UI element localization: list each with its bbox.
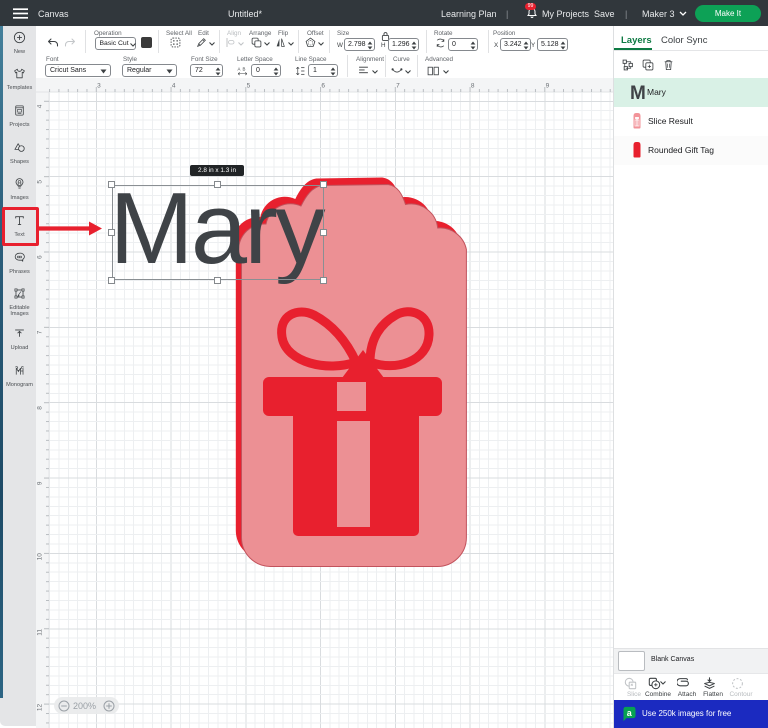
svg-text:5: 5 — [37, 180, 44, 184]
svg-text:3: 3 — [97, 83, 101, 90]
svg-text:12: 12 — [37, 703, 44, 711]
svg-text:10: 10 — [37, 553, 44, 561]
svg-text:4: 4 — [172, 83, 176, 90]
svg-text:7: 7 — [37, 330, 44, 334]
svg-text:5: 5 — [247, 83, 251, 90]
svg-text:9: 9 — [546, 83, 550, 90]
svg-text:4: 4 — [37, 104, 44, 108]
svg-text:6: 6 — [321, 83, 325, 90]
svg-text:A: A — [238, 66, 241, 71]
svg-text:B: B — [243, 66, 246, 71]
svg-text:7: 7 — [396, 83, 400, 90]
svg-text:11: 11 — [37, 629, 44, 636]
svg-text:8: 8 — [37, 406, 44, 410]
svg-text:9: 9 — [37, 481, 44, 485]
svg-text:6: 6 — [37, 255, 44, 259]
svg-text:8: 8 — [471, 83, 475, 90]
